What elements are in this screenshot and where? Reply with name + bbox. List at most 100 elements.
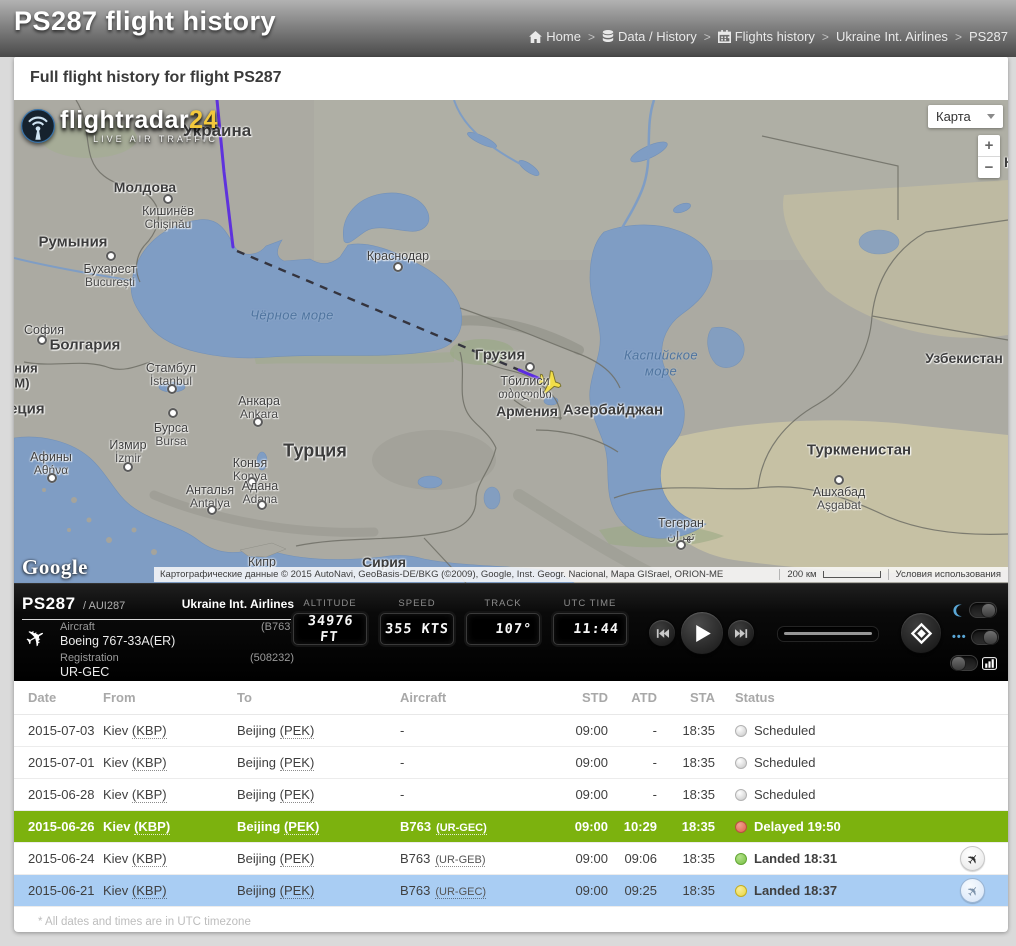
breadcrumb-separator: >: [955, 30, 962, 44]
breadcrumb-label: Data / History: [618, 29, 697, 44]
status-dot: [735, 789, 747, 801]
google-logo: Google: [22, 555, 88, 580]
labels-toggle-row: •••: [952, 629, 999, 645]
std-cell: 09:00: [548, 755, 608, 770]
terms-link[interactable]: Условия использования: [888, 569, 1008, 580]
instrument-label: TRACK: [466, 598, 540, 609]
flight-row[interactable]: 2015-07-03Kiev (KBP)Beijing (PEK)-09:00-…: [14, 715, 1008, 747]
flight-id-row: PS287 / AUI287 Ukraine Int. Airlines: [22, 594, 294, 620]
flight-row[interactable]: 2015-06-24Kiev (KBP)Beijing (PEK)B763(UR…: [14, 843, 1008, 875]
status-text: Scheduled: [754, 787, 815, 802]
status-cell: Landed 18:31: [715, 851, 952, 866]
status-dot: [735, 885, 747, 897]
airline-name: Ukraine Int. Airlines: [182, 597, 294, 611]
date-cell: 2015-06-28: [28, 787, 103, 802]
breadcrumb-item-data-history[interactable]: Data / History: [602, 29, 697, 44]
status-cell: Delayed 19:50: [715, 819, 952, 834]
instrument-utc-time: UTC TIME11:44: [553, 598, 627, 645]
night-mode-toggle-row: [952, 602, 997, 618]
sta-cell: 18:35: [657, 851, 715, 866]
flight-info-bar: PS287 / AUI287 Ukraine Int. Airlines ✈ A…: [14, 583, 1008, 681]
instrument-value: 34976 FT: [293, 613, 367, 645]
airport-code: (KBP): [132, 883, 167, 899]
from-cell: Kiev (KBP): [103, 787, 237, 802]
breadcrumb-item-flights-history[interactable]: Flights history: [718, 29, 815, 44]
map-type-button[interactable]: Карта: [928, 105, 1003, 128]
sta-cell: 18:35: [657, 723, 715, 738]
to-cell: Beijing (PEK): [237, 851, 400, 866]
date-cell: 2015-07-01: [28, 755, 103, 770]
play-button[interactable]: [680, 611, 724, 655]
breadcrumb-label: Home: [546, 29, 581, 44]
from-cell: Kiev (KBP): [103, 883, 237, 898]
scale-section: 200 км: [779, 569, 887, 580]
zoom-out-button[interactable]: −: [978, 157, 1000, 178]
rewind-button[interactable]: [648, 619, 676, 647]
map-attribution: Картографические данные © 2015 AutoNavi,…: [154, 567, 1008, 582]
status-text: Landed 18:31: [754, 851, 837, 866]
to-cell: Beijing (PEK): [237, 787, 400, 802]
column-header-to: To: [237, 690, 400, 705]
status-dot: [735, 853, 747, 865]
column-header-sta: STA: [657, 690, 715, 705]
atd-cell: -: [608, 755, 657, 770]
instrument-label: ALTITUDE: [293, 598, 367, 609]
breadcrumb-separator: >: [822, 30, 829, 44]
flight-row[interactable]: 2015-07-01Kiev (KBP)Beijing (PEK)-09:00-…: [14, 747, 1008, 779]
airport-code: (PEK): [280, 851, 315, 867]
dots-icon: •••: [952, 631, 967, 643]
attribution-text: Картографические данные © 2015 AutoNavi,…: [154, 569, 779, 580]
show-on-map-button[interactable]: ✈: [960, 846, 985, 871]
instrument-value: 355 KTS: [380, 613, 454, 645]
instrument-label: UTC TIME: [553, 598, 627, 609]
aircraft-name: Boeing 767-33A(ER): [60, 634, 294, 648]
column-header-date: Date: [28, 690, 103, 705]
column-header-status: Status: [715, 690, 952, 705]
from-cell: Kiev (KBP): [103, 819, 237, 834]
table-body: 2015-07-03Kiev (KBP)Beijing (PEK)-09:00-…: [14, 715, 1008, 907]
logo-brand-accent: 24: [189, 106, 218, 134]
night-mode-toggle[interactable]: [969, 602, 997, 618]
map[interactable]: УкраинаМолдоваРумынияБолгарияТурцияГрузи…: [14, 100, 1008, 583]
flight-history-table: DateFromToAircraftSTDATDSTAStatus 2015-0…: [14, 681, 1008, 928]
zoom-control: + −: [978, 135, 1000, 178]
page-title: PS287 flight history: [14, 6, 276, 37]
to-cell: Beijing (PEK): [237, 883, 400, 898]
breadcrumb-separator: >: [588, 30, 595, 44]
airport-code: (KBP): [132, 851, 167, 867]
flight-number: PS287: [22, 594, 76, 613]
std-cell: 09:00: [548, 851, 608, 866]
flight-row[interactable]: 2015-06-21Kiev (KBP)Beijing (PEK)B763(UR…: [14, 875, 1008, 907]
scale-bar: [823, 571, 881, 578]
locate-button[interactable]: [900, 612, 942, 654]
map-canvas: [14, 100, 1008, 583]
from-cell: Kiev (KBP): [103, 755, 237, 770]
std-cell: 09:00: [548, 723, 608, 738]
breadcrumb-separator: >: [704, 30, 711, 44]
zoom-in-button[interactable]: +: [978, 135, 1000, 157]
breadcrumb: Home > Data / History > Flights history > Ukra…: [529, 29, 1008, 44]
show-on-map-button[interactable]: ✈: [960, 878, 985, 903]
chart-toggle[interactable]: [950, 655, 978, 671]
to-cell: Beijing (PEK): [237, 755, 400, 770]
flight-row[interactable]: 2015-06-28Kiev (KBP)Beijing (PEK)-09:00-…: [14, 779, 1008, 811]
fast-forward-button[interactable]: [727, 619, 755, 647]
date-cell: 2015-06-26: [28, 819, 103, 834]
breadcrumb-item-ukraine-int-airlines[interactable]: Ukraine Int. Airlines: [836, 29, 948, 44]
progress-slider[interactable]: [777, 626, 879, 642]
status-dot: [735, 821, 747, 833]
registration-code: (UR-GEB): [435, 854, 485, 867]
instrument-track: TRACK107°: [466, 598, 540, 645]
status-cell: Scheduled: [715, 787, 952, 802]
instrument-speed: SPEED355 KTS: [380, 598, 454, 645]
moon-icon: [952, 604, 965, 617]
aircraft-cell: B763(UR-GEC): [400, 883, 548, 898]
aircraft-cell: B763(UR-GEC): [400, 819, 548, 834]
breadcrumb-item-home[interactable]: Home: [529, 29, 581, 44]
to-cell: Beijing (PEK): [237, 723, 400, 738]
toggle-knob: [951, 656, 966, 671]
flight-row[interactable]: 2015-06-26Kiev (KBP)Beijing (PEK)B763(UR…: [14, 811, 1008, 843]
from-cell: Kiev (KBP): [103, 723, 237, 738]
icon-cell: ✈: [952, 878, 998, 903]
labels-toggle[interactable]: [971, 629, 999, 645]
